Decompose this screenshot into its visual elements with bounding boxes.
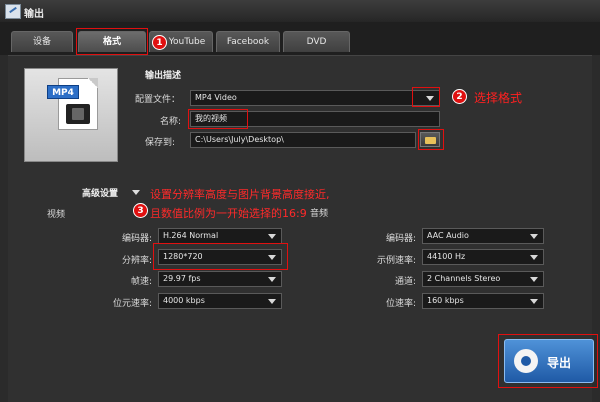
folder-icon <box>425 137 436 144</box>
audio-encoder-value: AAC Audio <box>427 231 469 240</box>
channels-value: 2 Channels Stereo <box>427 274 501 283</box>
tab-format[interactable]: 格式 <box>78 31 146 52</box>
browse-folder-button[interactable] <box>420 132 440 147</box>
step3-annotation-line1: 设置分辨率高度与图片背景高度接近, <box>150 188 330 201</box>
framerate-value: 29.97 fps <box>163 274 201 283</box>
chevron-down-icon <box>426 96 434 101</box>
profile-value: MP4 Video <box>195 93 237 102</box>
advanced-settings-toggle[interactable]: 高级设置 <box>82 186 118 199</box>
audio-bitrate-label: 位速率: <box>385 299 416 309</box>
step-badge-3: 3 <box>133 203 148 218</box>
tab-dvd[interactable]: DVD <box>283 31 350 52</box>
chevron-down-icon <box>268 255 276 260</box>
save-label: 保存到: <box>145 138 176 148</box>
resolution-label: 分辨率: <box>121 256 152 266</box>
audio-bitrate-value: 160 kbps <box>427 296 464 305</box>
step-badge-1: 1 <box>152 35 167 50</box>
video-bitrate-select[interactable]: 4000 kbps <box>158 293 282 309</box>
name-input[interactable]: 我的视频 <box>190 111 440 127</box>
audio-bitrate-select[interactable]: 160 kbps <box>422 293 544 309</box>
chevron-down-icon <box>530 299 538 304</box>
chevron-down-icon <box>268 234 276 239</box>
step3-annotation-line2: 且数值比例为一开始选择的16:9 <box>150 207 307 220</box>
video-section-label: 视频 <box>47 210 66 220</box>
audio-encoder-label: 编码器: <box>385 234 416 244</box>
chevron-down-icon <box>530 234 538 239</box>
framerate-label: 帧速: <box>130 277 152 287</box>
mp4-badge: MP4 <box>47 85 79 99</box>
channels-label: 通道: <box>394 277 416 287</box>
video-encoder-value: H.264 Normal <box>163 231 219 240</box>
resolution-value: 1280*720 <box>163 252 203 261</box>
step2-annotation: 选择格式 <box>474 91 523 105</box>
chevron-down-icon <box>530 277 538 282</box>
tab-device[interactable]: 设备 <box>11 31 73 52</box>
chevron-down-icon <box>268 299 276 304</box>
chevron-down-icon <box>530 255 538 260</box>
step-badge-2: 2 <box>452 89 467 104</box>
video-bitrate-label: 位元速率: <box>112 299 152 309</box>
samplerate-select[interactable]: 44100 Hz <box>422 249 544 265</box>
framerate-select[interactable]: 29.97 fps <box>158 271 282 287</box>
output-desc-heading: 输出描述 <box>145 71 182 81</box>
video-encoder-label: 编码器: <box>121 234 152 244</box>
title-bar: 输出 <box>0 0 600 23</box>
name-label: 名称: <box>160 117 182 127</box>
samplerate-label: 示例速率: <box>376 256 416 266</box>
video-bitrate-value: 4000 kbps <box>163 296 205 305</box>
chevron-down-icon[interactable] <box>132 190 140 195</box>
chevron-down-icon <box>268 277 276 282</box>
tab-facebook[interactable]: Facebook <box>216 31 280 52</box>
samplerate-value: 44100 Hz <box>427 252 466 261</box>
film-icon <box>66 104 90 124</box>
resolution-select[interactable]: 1280*720 <box>158 249 282 265</box>
export-button[interactable]: 导出 <box>504 339 594 383</box>
profile-select[interactable]: MP4 Video <box>190 90 440 106</box>
film-reel-icon <box>514 349 538 373</box>
audio-encoder-select[interactable]: AAC Audio <box>422 228 544 244</box>
audio-section-label: 音频 <box>310 209 329 219</box>
window-title: 输出 <box>24 9 44 20</box>
save-path-input[interactable]: C:\Users\July\Desktop\ <box>190 132 416 148</box>
app-icon <box>5 4 21 19</box>
export-label: 导出 <box>547 356 572 370</box>
channels-select[interactable]: 2 Channels Stereo <box>422 271 544 287</box>
profile-label: 配置文件： <box>135 95 181 105</box>
video-encoder-select[interactable]: H.264 Normal <box>158 228 282 244</box>
